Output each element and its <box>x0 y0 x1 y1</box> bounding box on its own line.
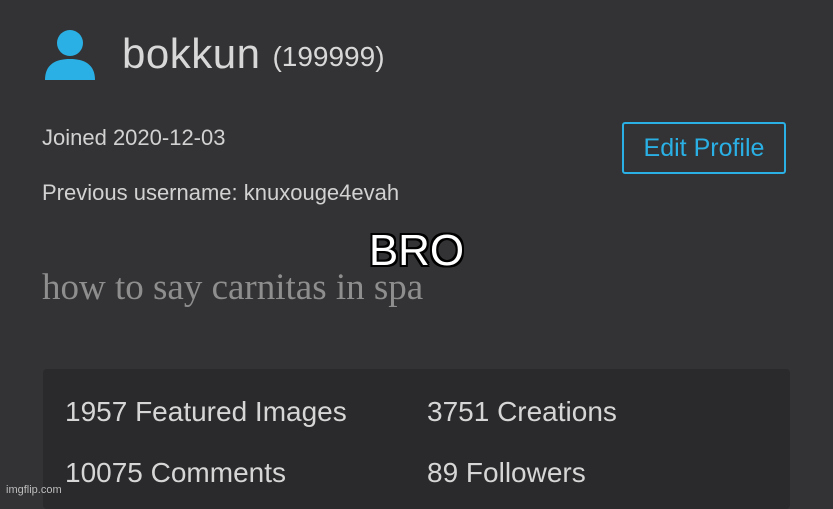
stat-featured-images[interactable]: 1957 Featured Images <box>65 396 347 428</box>
user-points: (199999) <box>272 41 385 72</box>
previous-username: Previous username: knuxouge4evah <box>42 180 400 205</box>
edit-profile-button[interactable]: Edit Profile <box>622 122 786 174</box>
user-icon <box>42 26 98 82</box>
imgflip-watermark: imgflip.com <box>6 484 62 496</box>
stat-comments[interactable]: 10075 Comments <box>65 457 286 489</box>
stat-creations[interactable]: 3751 Creations <box>427 396 617 428</box>
joined-date: Joined 2020-12-03 <box>42 125 226 150</box>
meme-caption: BRO <box>368 226 465 275</box>
username: bokkun <box>122 30 261 77</box>
stats-panel: 1957 Featured Images 3751 Creations 1007… <box>43 369 790 509</box>
stat-followers[interactable]: 89 Followers <box>427 457 586 489</box>
profile-header: bokkun (199999) <box>42 24 385 84</box>
